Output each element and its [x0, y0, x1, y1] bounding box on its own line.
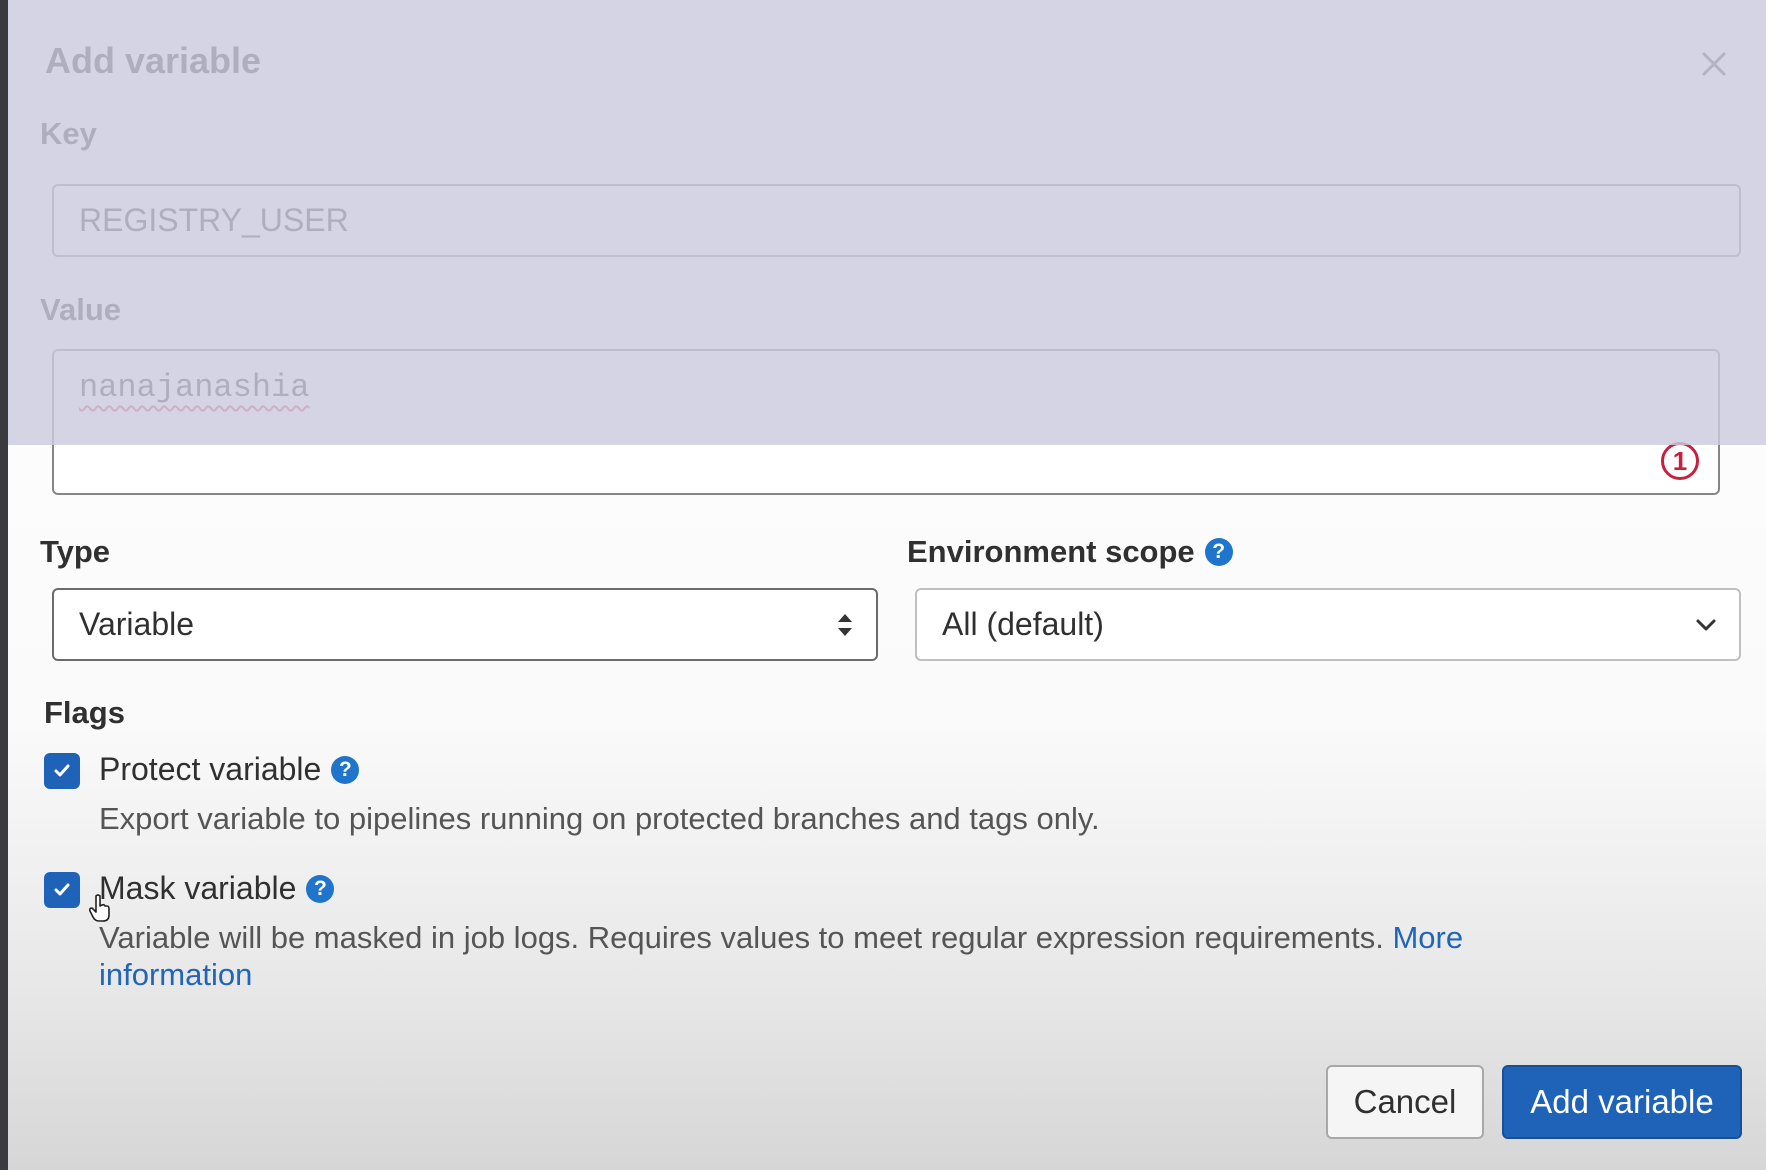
mask-variable-help-icon[interactable]: ?	[306, 874, 335, 903]
mask-variable-label: Mask variable	[99, 870, 297, 906]
protect-variable-label: Protect variable	[99, 751, 322, 787]
chevron-down-icon	[1695, 618, 1717, 632]
type-selected-value: Variable	[79, 606, 195, 642]
mask-variable-description: Variable will be masked in job logs. Req…	[99, 920, 1384, 955]
key-input[interactable]	[52, 184, 1741, 257]
environment-scope-selected-value: All (default)	[942, 606, 1104, 642]
protect-variable-checkbox[interactable]	[44, 753, 80, 789]
value-text: nanajanashia	[79, 369, 310, 406]
type-select[interactable]: Variable	[52, 588, 878, 661]
add-variable-button[interactable]: Add variable	[1502, 1065, 1742, 1139]
environment-scope-dropdown[interactable]: All (default)	[915, 588, 1741, 661]
add-variable-modal: Add variable Key Value nanajanashia 1 Ty…	[8, 0, 1766, 1170]
protect-variable-help-icon[interactable]: ?	[331, 755, 360, 784]
environment-scope-label-row: Environment scope ?	[907, 534, 1233, 570]
close-icon	[1702, 52, 1726, 76]
mask-variable-label-row: Mask variable ?	[99, 870, 335, 907]
flags-heading: Flags	[44, 695, 125, 730]
protect-variable-label-row: Protect variable ?	[99, 751, 360, 788]
sort-arrows-icon	[836, 612, 854, 638]
mask-variable-checkbox[interactable]	[44, 872, 80, 908]
cancel-button[interactable]: Cancel	[1326, 1065, 1484, 1139]
protect-variable-description: Export variable to pipelines running on …	[99, 801, 1100, 836]
checkmark-icon	[54, 883, 70, 896]
checkmark-icon	[54, 764, 70, 777]
close-button[interactable]	[1694, 44, 1734, 84]
mask-variable-description-block: Variable will be masked in job logs. Req…	[99, 919, 1599, 993]
value-textarea[interactable]: nanajanashia 1	[52, 349, 1720, 495]
environment-scope-label: Environment scope	[907, 534, 1195, 569]
key-label: Key	[40, 116, 97, 151]
environment-scope-help-icon[interactable]: ?	[1204, 538, 1233, 566]
dialog-title: Add variable	[45, 40, 262, 81]
hand-pointer-cursor-icon	[89, 894, 110, 922]
value-counter-badge: 1	[1661, 442, 1699, 480]
type-label: Type	[40, 534, 111, 569]
value-label: Value	[40, 292, 121, 327]
